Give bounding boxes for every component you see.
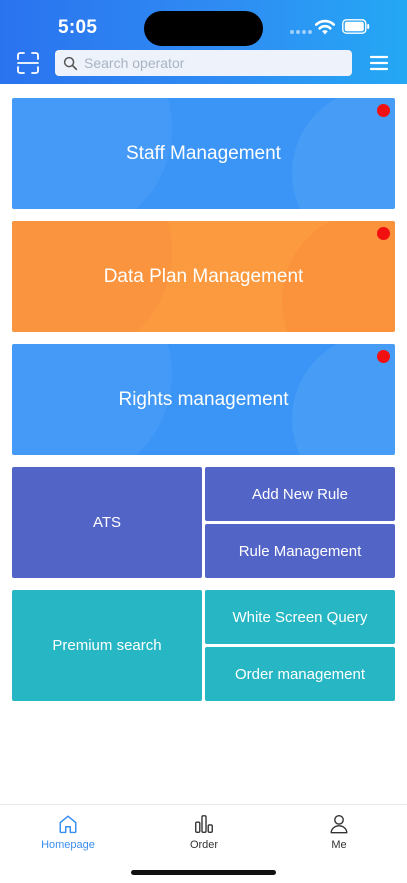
tab-label: Order [189, 839, 219, 851]
home-indicator [131, 870, 276, 875]
tab-me[interactable]: Me [299, 813, 379, 851]
tile-staff-management[interactable]: Staff Management [12, 98, 395, 209]
status-time: 5:05 [58, 17, 98, 38]
dynamic-island [144, 11, 263, 46]
tile-order-management[interactable]: Order management [205, 647, 395, 701]
home-icon [59, 815, 77, 834]
scan-icon[interactable] [16, 51, 40, 75]
battery-icon [342, 19, 370, 34]
menu-icon[interactable] [369, 53, 389, 73]
wifi-icon [314, 19, 336, 35]
person-icon [330, 814, 348, 834]
search-icon [63, 56, 78, 70]
header-bar: 5:05 [0, 0, 407, 84]
tab-label: Me [331, 839, 347, 851]
app-screen: 5:05 Search operator Staff Management Da… [0, 0, 407, 883]
tab-homepage[interactable]: Homepage [28, 813, 108, 851]
search-bar[interactable] [55, 50, 352, 76]
tile-label: Rule Management [238, 542, 362, 560]
cellular-icon [290, 30, 312, 34]
tile-ats[interactable]: ATS [12, 467, 202, 578]
tile-rights-management[interactable]: Rights management [12, 344, 395, 455]
tile-label: White Screen Query [232, 608, 368, 626]
tile-premium-search[interactable]: Premium search [12, 590, 202, 701]
tile-label: Staff Management [126, 142, 281, 164]
tile-label: Rights management [118, 388, 289, 410]
notification-dot [377, 350, 390, 363]
tile-add-new-rule[interactable]: Add New Rule [205, 467, 395, 521]
tile-data-plan-management[interactable]: Data Plan Management [12, 221, 395, 332]
tile-label: Order management [234, 665, 366, 683]
tile-rule-management[interactable]: Rule Management [205, 524, 395, 578]
tile-label: Premium search [52, 637, 162, 654]
notification-dot [377, 227, 390, 240]
notification-dot [377, 104, 390, 117]
search-input[interactable] [84, 55, 344, 71]
tile-white-screen-query[interactable]: White Screen Query [205, 590, 395, 644]
tile-label: ATS [92, 514, 122, 531]
tile-label: Add New Rule [252, 485, 348, 503]
tab-order[interactable]: Order [164, 813, 244, 851]
bar-chart-icon [195, 815, 213, 833]
tile-label: Data Plan Management [103, 265, 304, 287]
tab-label: Homepage [41, 839, 95, 851]
